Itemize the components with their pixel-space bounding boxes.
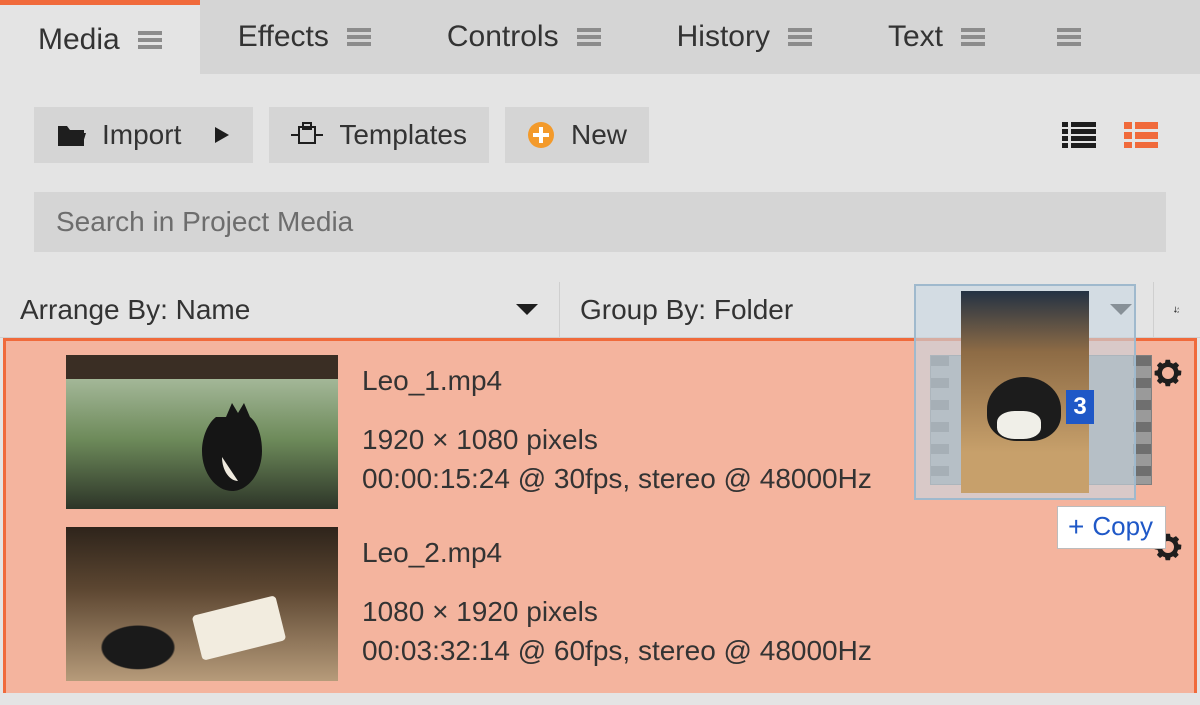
group-by-label: Group By: Folder	[580, 294, 793, 326]
media-thumbnail	[66, 527, 338, 681]
tab-label: Media	[38, 23, 120, 57]
new-label: New	[571, 119, 627, 151]
gear-icon	[1152, 531, 1184, 563]
tab-history[interactable]: History	[639, 0, 850, 74]
media-filename: Leo_2.mp4	[362, 533, 872, 572]
media-dimensions: 1920 × 1080 pixels	[362, 420, 872, 459]
new-button[interactable]: New	[505, 107, 649, 163]
menu-icon	[1057, 28, 1081, 46]
tab-effects[interactable]: Effects	[200, 0, 409, 74]
gear-icon	[1152, 357, 1184, 389]
tab-label: Text	[888, 20, 943, 54]
media-list: Leo_1.mp4 1920 × 1080 pixels 00:00:15:24…	[3, 338, 1197, 693]
media-dimensions: 1080 × 1920 pixels	[362, 592, 872, 631]
chevron-down-icon	[1109, 303, 1133, 317]
group-by-dropdown[interactable]: Group By: Folder	[560, 282, 1154, 337]
media-details: 00:03:32:14 @ 60fps, stereo @ 48000Hz	[362, 631, 872, 670]
media-info: Leo_2.mp4 1080 × 1920 pixels 00:03:32:14…	[362, 527, 872, 671]
tab-controls[interactable]: Controls	[409, 0, 639, 74]
filmstrip-placeholder	[930, 355, 1152, 485]
list-view-icon[interactable]	[1062, 122, 1096, 148]
media-thumbnail	[66, 355, 338, 509]
menu-icon[interactable]	[347, 28, 371, 46]
media-filename: Leo_1.mp4	[362, 361, 872, 400]
plus-circle-icon	[527, 121, 555, 149]
tab-label: Effects	[238, 20, 329, 54]
sort-direction-button[interactable]: A Z	[1154, 282, 1200, 337]
tab-text[interactable]: Text	[850, 0, 1023, 74]
panel-overflow-menu[interactable]	[1023, 0, 1115, 74]
menu-icon[interactable]	[577, 28, 601, 46]
media-item-settings-button[interactable]	[1152, 357, 1184, 389]
media-toolbar: Import Templates New	[0, 74, 1200, 168]
play-icon	[213, 126, 231, 144]
media-item[interactable]: Leo_2.mp4 1080 × 1920 pixels 00:03:32:14…	[66, 527, 1194, 699]
templates-button[interactable]: Templates	[269, 107, 489, 163]
svg-text:Z: Z	[1177, 309, 1179, 313]
panel-tab-strip: Media Effects Controls History Text	[0, 0, 1200, 74]
menu-icon[interactable]	[961, 28, 985, 46]
menu-icon[interactable]	[138, 31, 162, 49]
import-label: Import	[102, 119, 181, 151]
detail-view-icon[interactable]	[1124, 122, 1158, 148]
import-button[interactable]: Import	[34, 107, 253, 163]
tab-label: History	[677, 20, 770, 54]
template-icon	[291, 121, 323, 149]
tab-label: Controls	[447, 20, 559, 54]
sort-bar: Arrange By: Name Group By: Folder A Z	[0, 282, 1200, 338]
media-item-settings-button[interactable]	[1152, 531, 1184, 563]
arrange-by-label: Arrange By: Name	[20, 294, 250, 326]
search-input[interactable]	[34, 192, 1166, 252]
media-details: 00:00:15:24 @ 30fps, stereo @ 48000Hz	[362, 459, 872, 498]
arrange-by-dropdown[interactable]: Arrange By: Name	[0, 282, 560, 337]
tab-media[interactable]: Media	[0, 0, 200, 74]
media-info: Leo_1.mp4 1920 × 1080 pixels 00:00:15:24…	[362, 355, 872, 499]
sort-az-icon: A Z	[1174, 294, 1180, 326]
folder-open-icon	[56, 122, 86, 148]
chevron-down-icon	[515, 303, 539, 317]
templates-label: Templates	[339, 119, 467, 151]
menu-icon[interactable]	[788, 28, 812, 46]
view-mode-toggle	[1062, 122, 1166, 148]
